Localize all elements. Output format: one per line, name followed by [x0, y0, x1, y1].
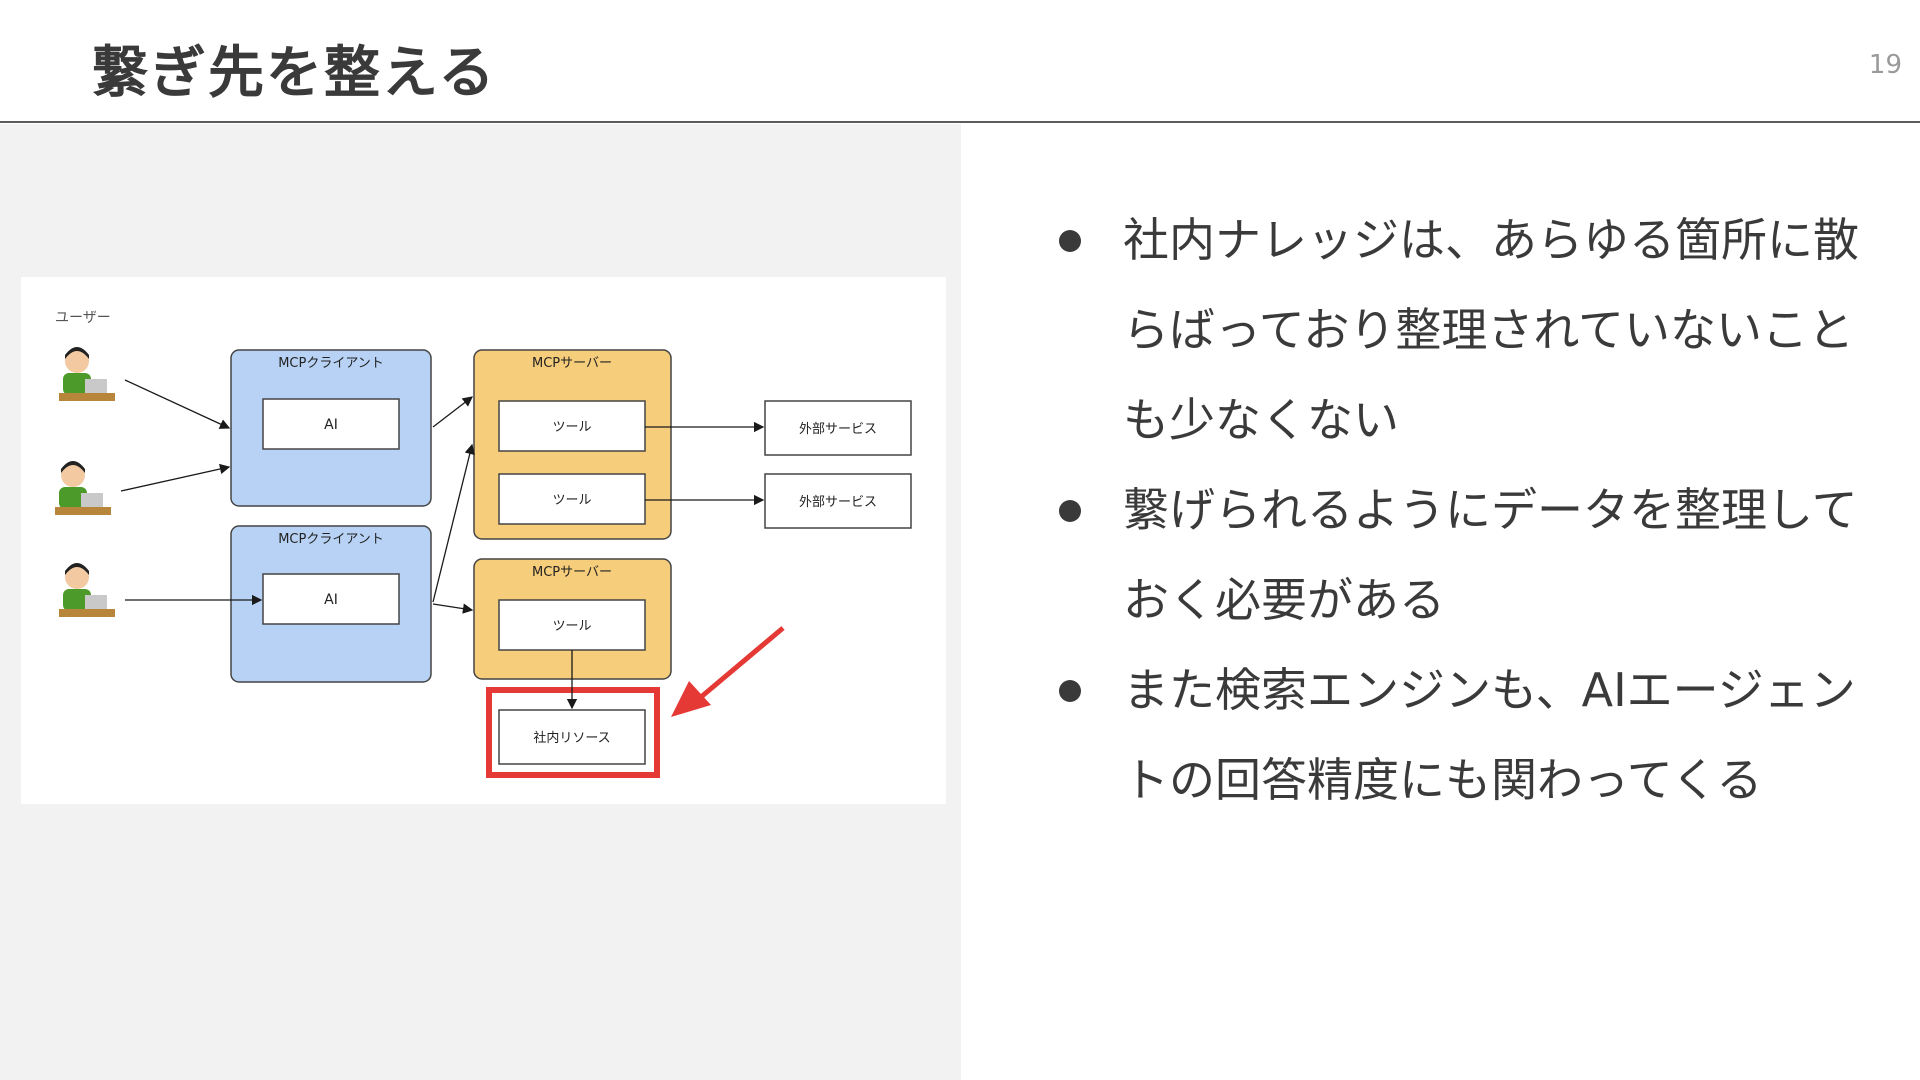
diagram-svg: ユーザー MCPクライアント AI MCPクライアント AI MCPサーバー ツ…: [55, 310, 912, 778]
page-title: 繋ぎ先を整える: [92, 41, 497, 106]
bullet-item: また検索エンジンも、AIエージェントの回答精度にも関わってくる: [1055, 645, 1875, 825]
client-title: MCPクライアント: [278, 356, 384, 371]
user-icon: [55, 461, 111, 515]
tool-label: ツール: [552, 619, 591, 634]
external-service-2: 外部サービス: [764, 473, 912, 529]
client-title: MCPクライアント: [278, 532, 384, 547]
external-service-label: 外部サービス: [799, 422, 877, 437]
page-number: 19: [1868, 50, 1902, 80]
bullet-list: 社内ナレッジは、あらゆる箇所に散らばっており整理されていないことも少なくない 繋…: [1055, 195, 1875, 825]
users-label: ユーザー: [55, 310, 111, 326]
internal-resource: 社内リソース: [498, 709, 646, 765]
server-title: MCPサーバー: [532, 565, 612, 580]
callout-arrow: [671, 626, 785, 717]
bullet-text: 社内ナレッジは、あらゆる箇所に散らばっており整理されていないことも少なくない: [1123, 213, 1859, 447]
slide-header: 繋ぎ先を整える 19: [0, 0, 1920, 123]
diagram-panel: ユーザー MCPクライアント AI MCPクライアント AI MCPサーバー ツ…: [0, 124, 961, 1080]
bullet-dot-icon: [1059, 500, 1081, 522]
user-icon: [59, 347, 115, 401]
bullet-dot-icon: [1059, 680, 1081, 702]
server-title: MCPサーバー: [532, 356, 612, 371]
external-service-label: 外部サービス: [799, 495, 877, 510]
architecture-diagram: ユーザー MCPクライアント AI MCPクライアント AI MCPサーバー ツ…: [21, 277, 946, 804]
bullet-item: 繋げられるようにデータを整理しておく必要がある: [1055, 465, 1875, 645]
mcp-client-2: MCPクライアント AI: [230, 525, 432, 683]
internal-resource-label: 社内リソース: [533, 730, 610, 746]
external-service-1: 外部サービス: [764, 400, 912, 456]
bullet-item: 社内ナレッジは、あらゆる箇所に散らばっており整理されていないことも少なくない: [1055, 195, 1875, 465]
ai-label: AI: [324, 592, 338, 608]
user-icon: [59, 563, 115, 617]
bullet-text: 繋げられるようにデータを整理しておく必要がある: [1123, 483, 1858, 627]
mcp-server-1: MCPサーバー ツール ツール: [473, 349, 672, 540]
mcp-client-1: MCPクライアント AI: [230, 349, 432, 507]
ai-label: AI: [324, 417, 338, 433]
bullet-dot-icon: [1059, 230, 1081, 252]
tool-label: ツール: [552, 493, 591, 508]
bullet-text: また検索エンジンも、AIエージェントの回答精度にも関わってくる: [1123, 663, 1856, 807]
tool-label: ツール: [552, 420, 591, 435]
